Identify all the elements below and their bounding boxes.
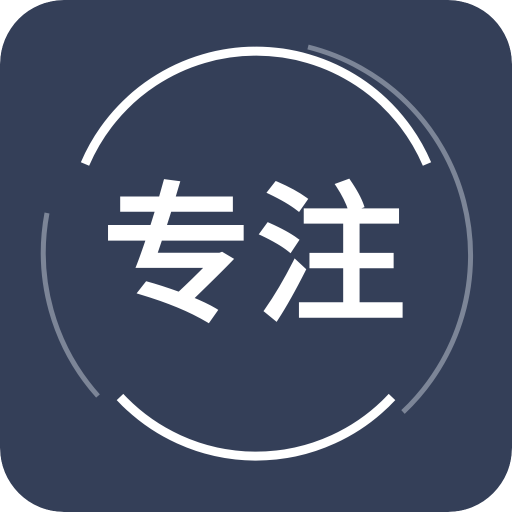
icon-label: 专注 xyxy=(101,170,410,344)
app-icon-tile[interactable]: 专注 xyxy=(0,0,512,512)
